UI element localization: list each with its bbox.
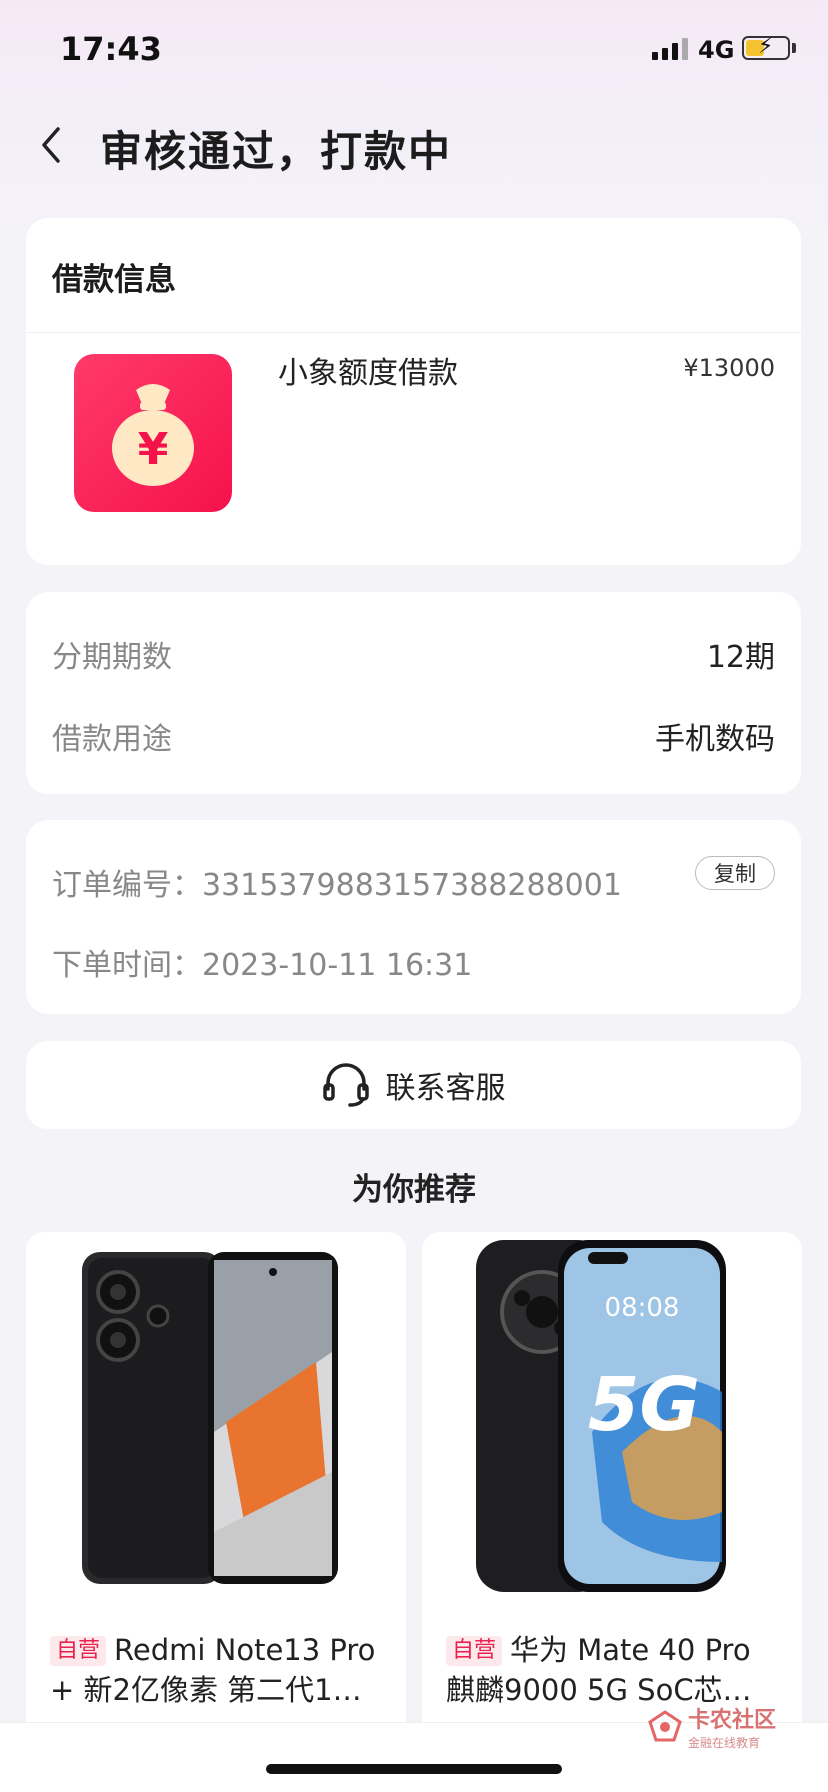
network-label: 4G	[698, 36, 735, 64]
order-info-card: 订单编号：3315379883157388288001 复制 下单时间：2023…	[26, 820, 801, 1014]
chevron-left-icon	[42, 127, 60, 163]
order-time-row: 下单时间：2023-10-11 16:31	[52, 940, 472, 984]
order-number-label: 订单编号：	[52, 868, 202, 903]
5g-badge: 5G	[588, 1362, 700, 1448]
purpose-value: 手机数码	[655, 722, 775, 757]
watermark-main: 卡农社区	[688, 1708, 777, 1733]
installments-label: 分期期数	[52, 640, 172, 675]
order-number-row: 订单编号：3315379883157388288001	[52, 860, 622, 904]
purpose-label: 借款用途	[52, 722, 172, 757]
contact-support-label: 联系客服	[385, 1071, 506, 1106]
loan-amount: ¥13000	[683, 354, 775, 382]
watermark-logo-icon	[648, 1709, 682, 1741]
order-time-value: 2023-10-11 16:31	[202, 948, 473, 983]
battery-tip	[792, 43, 796, 53]
product-title-line1: Redmi Note13 Pro	[114, 1633, 376, 1667]
divider	[26, 332, 801, 333]
page-title: 审核通过，打款中	[100, 127, 453, 176]
copy-button[interactable]: 复制	[695, 856, 775, 890]
status-time: 17:43	[60, 30, 162, 68]
status-bar: 17:43 4G ⚡	[0, 0, 828, 100]
product-title: 自营 Redmi Note13 Pro + 新2亿像素 第二代1…	[50, 1630, 386, 1710]
home-indicator[interactable]	[266, 1764, 562, 1774]
recommend-title: 为你推荐	[352, 1172, 476, 1208]
nav-bar: 审核通过，打款中	[0, 110, 828, 180]
product-card[interactable]: 自营 Redmi Note13 Pro + 新2亿像素 第二代1…	[26, 1232, 406, 1752]
loan-details-card: 分期期数 12期 借款用途 手机数码	[26, 592, 801, 794]
product-title-line1: 华为 Mate 40 Pro	[510, 1633, 751, 1667]
huawei-phone-image: 08:08 5G	[422, 1232, 802, 1612]
watermark: 卡农社区 金融在线教育	[648, 1702, 776, 1751]
section-title: 借款信息	[52, 262, 176, 298]
headset-icon	[322, 1063, 369, 1107]
screen-time: 08:08	[605, 1293, 680, 1323]
self-operated-tag: 自营	[50, 1636, 107, 1666]
product-card[interactable]: 08:08 5G 自营 华为 Mate 40 Pro 麒麟9000 5G SoC芯…	[422, 1232, 802, 1752]
order-number-value: 3315379883157388288001	[202, 868, 622, 903]
installments-value: 12期	[706, 640, 775, 675]
back-button[interactable]	[30, 122, 70, 168]
order-time-label: 下单时间：	[52, 948, 202, 983]
contact-support-button[interactable]: 联系客服	[26, 1041, 801, 1129]
self-operated-tag: 自营	[446, 1636, 503, 1666]
product-title: 自营 华为 Mate 40 Pro 麒麟9000 5G SoC芯…	[446, 1630, 782, 1710]
signal-icon	[652, 38, 688, 60]
loan-info-card: 借款信息 ¥ 小象额度借款 ¥13000	[26, 218, 801, 565]
svg-text:¥: ¥	[138, 424, 169, 475]
product-title-line2: + 新2亿像素 第二代1…	[50, 1673, 362, 1707]
battery-icon: ⚡	[742, 34, 790, 60]
money-bag-icon: ¥	[74, 354, 232, 512]
watermark-sub: 金融在线教育	[688, 1736, 761, 1750]
redmi-phone-image	[26, 1232, 406, 1612]
loan-product-name: 小象额度借款	[278, 356, 458, 391]
